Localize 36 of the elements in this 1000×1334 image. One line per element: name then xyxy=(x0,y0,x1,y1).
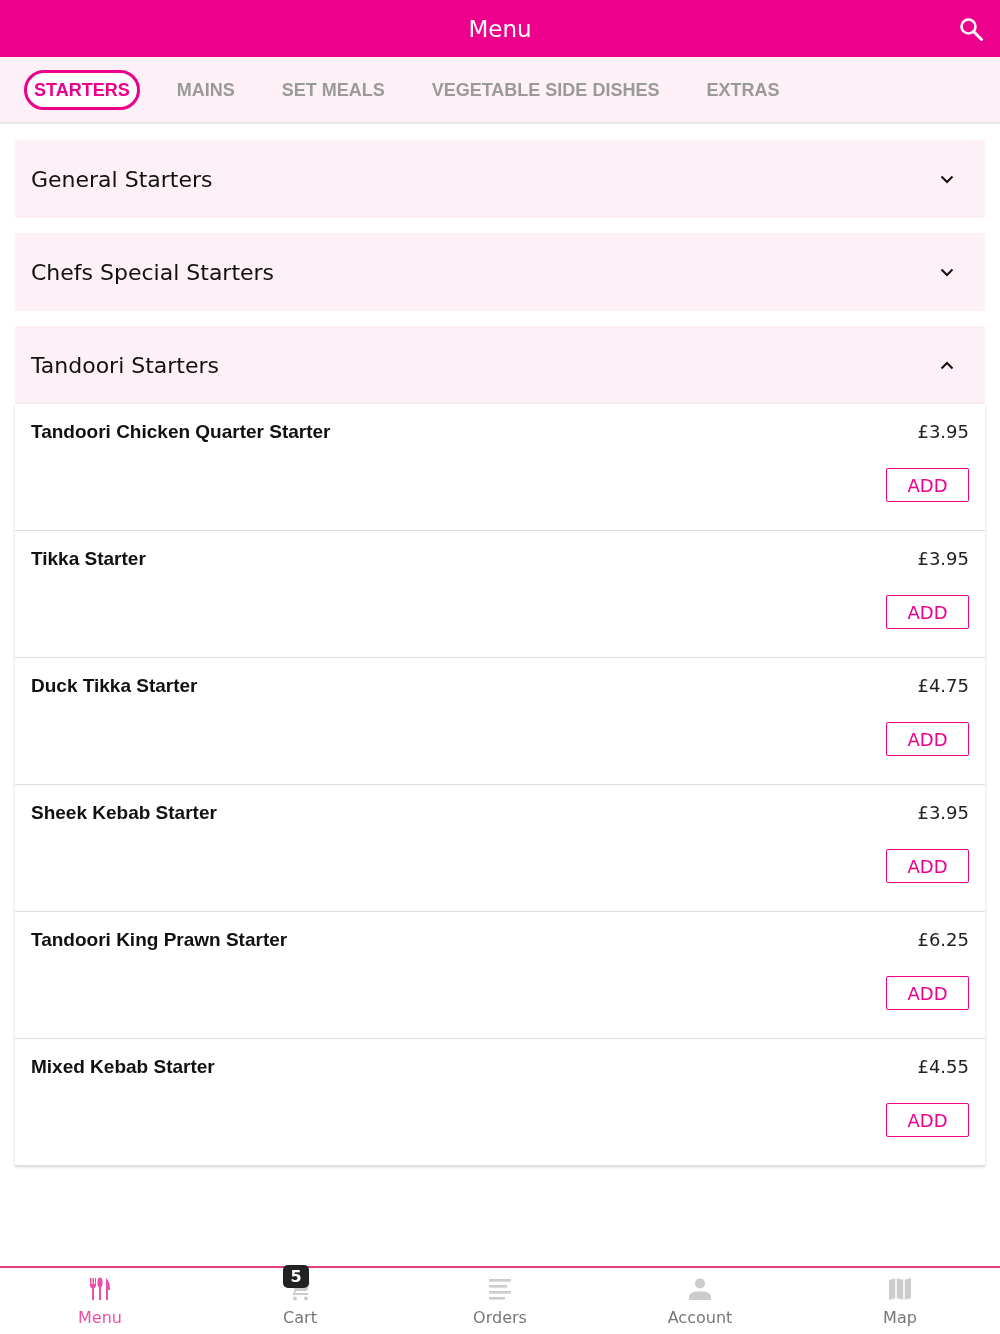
category-tab[interactable]: SET MEALS xyxy=(271,69,395,110)
section-title: Chefs Special Starters xyxy=(31,259,275,285)
item-price: £4.55 xyxy=(917,1056,969,1078)
cart-count-badge: 5 xyxy=(283,1265,309,1288)
map-icon xyxy=(888,1277,912,1301)
add-button[interactable]: ADD xyxy=(886,722,969,756)
item-name: Tandoori Chicken Quarter Starter xyxy=(31,421,331,443)
item-price: £3.95 xyxy=(917,548,969,570)
item-name: Tandoori King Prawn Starter xyxy=(31,929,288,951)
add-button[interactable]: ADD xyxy=(886,595,969,629)
item-price: £3.95 xyxy=(917,802,969,824)
section-header[interactable]: General Starters xyxy=(15,140,985,218)
item-name: Tikka Starter xyxy=(31,548,146,570)
add-button[interactable]: ADD xyxy=(886,849,969,883)
section-header[interactable]: Tandoori Starters xyxy=(15,326,985,404)
cutlery-icon xyxy=(88,1277,112,1301)
section-title: Tandoori Starters xyxy=(31,352,220,378)
section-title: General Starters xyxy=(31,166,213,192)
section-header[interactable]: Chefs Special Starters xyxy=(15,233,985,311)
add-button[interactable]: ADD xyxy=(886,468,969,502)
item-price: £3.95 xyxy=(917,421,969,443)
list-icon xyxy=(488,1277,512,1301)
category-tab[interactable]: EXTRAS xyxy=(696,69,790,110)
header-title: Menu xyxy=(468,15,532,42)
category-tab[interactable]: VEGETABLE SIDE DISHES xyxy=(421,69,670,110)
item-price: £6.25 xyxy=(917,929,969,951)
item-name: Sheek Kebab Starter xyxy=(31,802,217,824)
category-tab[interactable]: STARTERS xyxy=(24,69,140,110)
item-price: £4.75 xyxy=(917,675,969,697)
category-tab[interactable]: MAINS xyxy=(166,69,245,110)
add-button[interactable]: ADD xyxy=(886,976,969,1010)
search-icon[interactable] xyxy=(959,17,983,41)
item-name: Mixed Kebab Starter xyxy=(31,1056,215,1078)
item-name: Duck Tikka Starter xyxy=(31,675,198,697)
person-icon xyxy=(688,1277,712,1301)
add-button[interactable]: ADD xyxy=(886,1103,969,1137)
